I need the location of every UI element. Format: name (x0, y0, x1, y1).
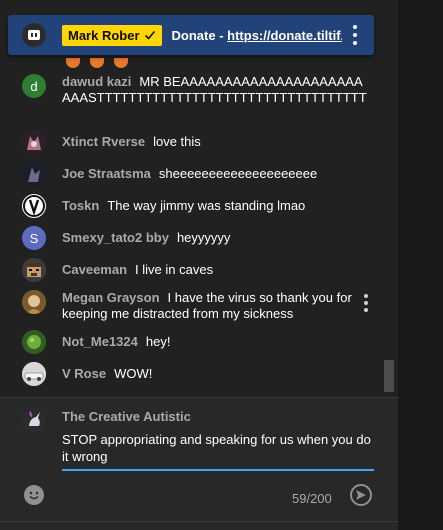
avatar[interactable] (22, 258, 46, 282)
message-text: heyyyyyy (176, 230, 231, 245)
author-name[interactable]: Not_Me1324 (62, 334, 138, 349)
pinned-avatar (22, 23, 46, 47)
author-name[interactable]: Joe Straatsma (62, 166, 151, 181)
author-name[interactable]: Caveeman (62, 262, 127, 277)
pinned-text: Donate - https://donate.tiltif... (172, 28, 342, 43)
chat-message: Not_Me1324 hey! (22, 330, 368, 354)
avatar[interactable] (22, 330, 46, 354)
current-user-name: The Creative Autistic (62, 409, 191, 424)
message-more-options-icon[interactable] (363, 294, 369, 312)
avatar-image-icon (22, 330, 46, 354)
owner-badge[interactable]: Mark Rober (62, 24, 162, 46)
chat-message: Toskn The way jimmy was standing lmao (22, 194, 368, 218)
message-text: I live in caves (135, 262, 214, 277)
avatar-image-icon (22, 162, 46, 186)
donate-link[interactable]: https://donate.tiltif... (227, 28, 341, 43)
avatar-image-icon (22, 258, 46, 282)
chat-message: Xtinct Rverse love this (22, 130, 368, 154)
author-name[interactable]: Smexy_tato2 bby (62, 230, 169, 245)
chat-message: Caveeman I live in caves (22, 258, 368, 282)
send-arrow-icon (356, 490, 366, 500)
chat-scrollbar[interactable] (384, 360, 394, 392)
avatar-image-icon (22, 290, 46, 314)
chat-message: V Rose WOW! (22, 362, 368, 386)
avatar-image-icon (22, 362, 46, 386)
avatar[interactable] (22, 130, 46, 154)
author-name[interactable]: Toskn (62, 198, 99, 213)
avatar[interactable] (22, 162, 46, 186)
avatar-logo-icon (23, 195, 45, 217)
message-text: The way jimmy was standing lmao (107, 198, 306, 213)
input-focus-underline (62, 469, 374, 471)
character-counter: 59/200 (292, 491, 332, 506)
chat-message-input[interactable] (62, 431, 374, 467)
partial-emoji-row (66, 56, 138, 71)
smiley-icon (25, 486, 43, 504)
fire-emoji-icon (114, 58, 128, 68)
avatar[interactable] (22, 362, 46, 386)
more-options-icon[interactable] (348, 25, 362, 45)
avatar[interactable]: S (22, 226, 46, 250)
avatar-image-icon (22, 130, 46, 154)
page-background (398, 0, 443, 530)
emoji-picker-button[interactable] (24, 485, 44, 505)
owner-name: Mark Rober (68, 27, 140, 43)
unicorn-avatar-icon (22, 408, 46, 432)
author-name[interactable]: dawud kazi (62, 74, 131, 89)
message-text: hey! (145, 334, 171, 349)
author-name[interactable]: Xtinct Rverse (62, 134, 145, 149)
chat-message: d dawud kazi MR BEAAAAAAAAAAAAAAAAAAAAAAA… (22, 74, 368, 106)
message-text: sheeeeeeeeeeeeeeeeeeee (158, 166, 318, 181)
chat-message: S Smexy_tato2 bby heyyyyyy (22, 226, 368, 250)
message-text: WOW! (114, 366, 153, 381)
checkmark-icon (144, 30, 155, 40)
send-button[interactable] (350, 484, 372, 506)
divider (0, 521, 398, 522)
fire-emoji-icon (66, 58, 80, 68)
author-name[interactable]: V Rose (62, 366, 106, 381)
message-text: love this (153, 134, 201, 149)
owner-logo-icon (28, 30, 40, 40)
fire-emoji-icon (90, 58, 104, 68)
chat-message: Joe Straatsma sheeeeeeeeeeeeeeeeeeee (22, 162, 368, 186)
avatar[interactable] (22, 290, 46, 314)
avatar[interactable]: d (22, 74, 46, 98)
pinned-message-banner[interactable]: Mark Rober Donate - https://donate.tilti… (8, 15, 374, 55)
chat-message: Megan Grayson I have the virus so thank y… (22, 290, 368, 322)
live-chat-panel: Mark Rober Donate - https://donate.tilti… (0, 0, 398, 530)
author-name[interactable]: Megan Grayson (62, 290, 160, 305)
chat-input-area: The Creative Autistic 59/200 (0, 397, 398, 530)
current-user-avatar (22, 408, 46, 432)
avatar[interactable] (22, 194, 46, 218)
